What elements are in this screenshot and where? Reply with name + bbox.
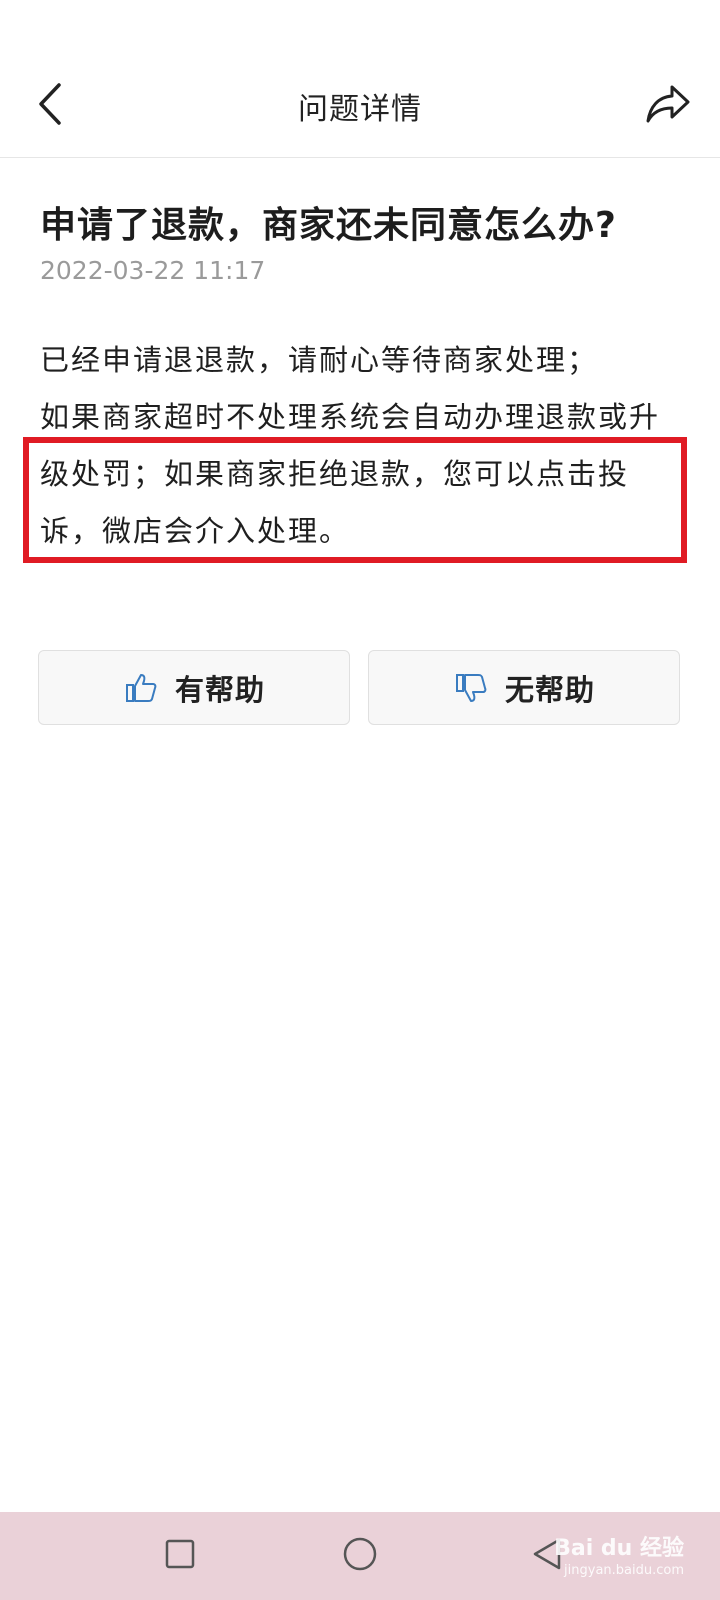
watermark-logo: Bai du 经验 jingyan.baidu.com <box>554 1538 684 1582</box>
home-button[interactable] <box>334 1530 386 1582</box>
share-arrow-icon <box>644 83 692 129</box>
helpful-button[interactable]: 有帮助 <box>38 650 350 725</box>
unhelpful-button[interactable]: 无帮助 <box>368 650 680 725</box>
watermark-text: Bai du 经验 <box>554 1536 684 1561</box>
app-header: 问题详情 <box>0 0 720 158</box>
answer-line: 已经申请退退款，请耐心等待商家处理； <box>40 343 599 377</box>
share-button[interactable] <box>638 78 698 134</box>
system-nav-bar: Bai du 经验 jingyan.baidu.com <box>0 1512 720 1600</box>
circle-icon <box>342 1536 378 1576</box>
page: 问题详情 申请了退款，商家还未同意怎么办? 2022-03-22 11:17 已… <box>0 0 720 1600</box>
unhelpful-label: 无帮助 <box>504 672 595 707</box>
question-title: 申请了退款，商家还未同意怎么办? <box>40 205 617 246</box>
question-timestamp: 2022-03-22 11:17 <box>40 256 266 285</box>
thumbs-up-icon <box>123 670 159 706</box>
page-title: 问题详情 <box>298 92 422 127</box>
recent-apps-button[interactable] <box>154 1530 206 1582</box>
thumbs-down-icon <box>453 670 489 706</box>
watermark-subtext: jingyan.baidu.com <box>564 1563 684 1578</box>
highlight-annotation-box <box>23 437 687 563</box>
square-icon <box>164 1538 196 1574</box>
helpful-label: 有帮助 <box>174 672 265 707</box>
